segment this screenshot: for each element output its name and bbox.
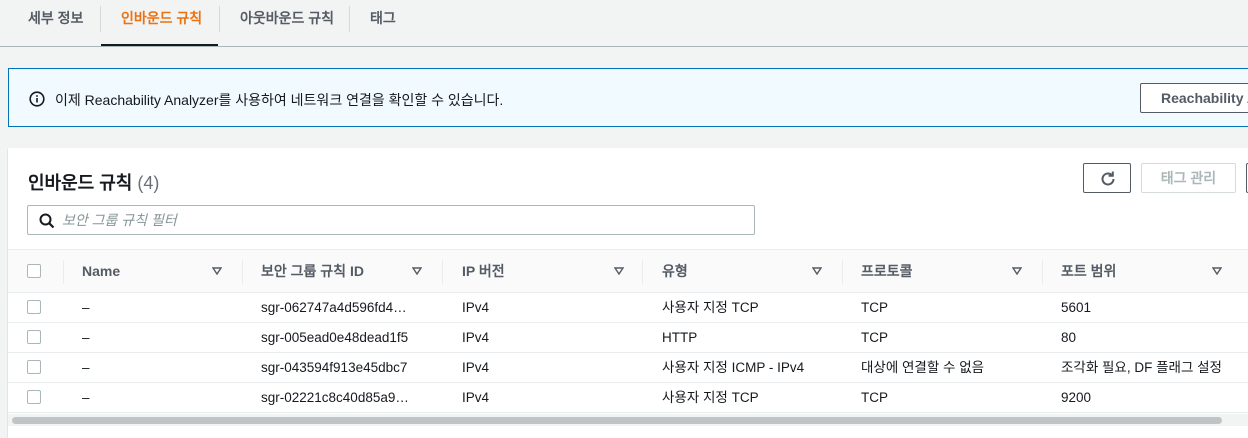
cell-name: – — [82, 360, 90, 375]
reachability-analyzer-button[interactable]: Reachability Analyzer — [1140, 83, 1248, 113]
cell-ip-version: IPv4 — [462, 330, 490, 345]
cell-protocol: TCP — [861, 330, 888, 345]
sort-caret-icon[interactable] — [212, 266, 222, 276]
tab-tags-label: 태그 — [370, 10, 396, 26]
manage-tags-button[interactable]: 태그 관리 — [1141, 163, 1236, 193]
info-icon — [29, 91, 45, 107]
cell-port-range: 80 — [1061, 330, 1077, 345]
tab-inbound-rules[interactable]: 인바운드 규칙 — [101, 0, 218, 46]
panel-title: 인바운드 규칙 (4) — [28, 169, 159, 195]
search-icon — [39, 213, 55, 229]
cell-protocol: TCP — [861, 390, 888, 405]
cell-protocol: 대상에 연결할 수 없음 — [861, 360, 985, 375]
refresh-icon — [1101, 171, 1115, 186]
cell-protocol: TCP — [861, 300, 888, 315]
row-checkbox[interactable] — [27, 300, 41, 314]
table-row[interactable]: – sgr-005ead0e48dead1f5 IPv4 HTTP TCP 80 — [8, 323, 1248, 353]
cell-ip-version: IPv4 — [462, 300, 490, 315]
column-header-name[interactable]: Name — [82, 250, 120, 293]
sort-caret-icon[interactable] — [812, 266, 822, 276]
cell-port-range: 5601 — [1061, 300, 1092, 315]
row-checkbox[interactable] — [27, 360, 41, 374]
row-checkbox[interactable] — [27, 390, 41, 404]
tab-bar: 세부 정보 인바운드 규칙 아웃바운드 규칙 태그 — [0, 0, 1248, 47]
sort-caret-icon[interactable] — [1212, 266, 1222, 276]
table-row[interactable]: – sgr-043594f913e45dbc7 IPv4 사용자 지정 ICMP… — [8, 353, 1248, 383]
cell-ip-version: IPv4 — [462, 360, 490, 375]
cell-port-range: 9200 — [1061, 390, 1092, 405]
info-banner: 이제 Reachability Analyzer를 사용하여 네트워크 연결을 … — [8, 68, 1248, 127]
horizontal-scrollbar[interactable] — [8, 414, 1248, 426]
sort-caret-icon[interactable] — [412, 266, 422, 276]
column-divider — [242, 260, 243, 284]
tab-details-label: 세부 정보 — [28, 10, 84, 26]
cell-rule-id[interactable]: sgr-005ead0e48dead1f5 — [261, 323, 431, 352]
cell-name: – — [82, 300, 90, 315]
column-header-ip-version[interactable]: IP 버전 — [462, 250, 505, 293]
cell-type: 사용자 지정 ICMP - IPv4 — [662, 360, 805, 375]
inbound-rules-panel: 인바운드 규칙 (4) 태그 관리 Name 보안 그룹 규칙 ID IP 버전… — [8, 148, 1248, 438]
tab-details[interactable]: 세부 정보 — [8, 0, 103, 46]
tab-tags[interactable]: 태그 — [350, 0, 416, 46]
filter-box — [27, 205, 755, 235]
column-divider — [63, 260, 64, 284]
rule-count: (4) — [137, 173, 160, 193]
table-row[interactable]: – sgr-062747a4d596fd4… IPv4 사용자 지정 TCP T… — [8, 293, 1248, 323]
sort-caret-icon[interactable] — [1012, 266, 1022, 276]
column-header-rule-id[interactable]: 보안 그룹 규칙 ID — [261, 250, 364, 293]
filter-input[interactable] — [62, 210, 742, 230]
cell-name: – — [82, 390, 90, 405]
cell-type: 사용자 지정 TCP — [662, 390, 759, 405]
column-divider — [842, 260, 843, 284]
table-header: Name 보안 그룹 규칙 ID IP 버전 유형 프로토콜 포트 범위 — [8, 249, 1248, 293]
table-row[interactable]: – sgr-02221c8c40d85a9… IPv4 사용자 지정 TCP T… — [8, 383, 1248, 413]
panel-title-text: 인바운드 규칙 — [28, 173, 133, 193]
cell-name: – — [82, 330, 90, 345]
tab-outbound-rules[interactable]: 아웃바운드 규칙 — [220, 0, 354, 46]
column-divider — [1042, 260, 1043, 284]
column-header-port-range[interactable]: 포트 범위 — [1061, 250, 1116, 293]
active-tab-underline — [101, 44, 218, 46]
tab-inbound-rules-label: 인바운드 규칙 — [121, 10, 203, 26]
scrollbar-thumb[interactable] — [12, 417, 1222, 424]
column-header-protocol[interactable]: 프로토콜 — [861, 250, 913, 293]
column-divider — [442, 260, 443, 284]
cell-rule-id[interactable]: sgr-043594f913e45dbc7 — [261, 353, 431, 382]
cell-type: 사용자 지정 TCP — [662, 300, 759, 315]
cell-type: HTTP — [662, 330, 698, 345]
cell-port-range: 조각화 필요, DF 플래그 설정 — [1061, 360, 1222, 375]
select-all-checkbox[interactable] — [27, 264, 41, 278]
banner-message: 이제 Reachability Analyzer를 사용하여 네트워크 연결을 … — [55, 92, 504, 108]
refresh-button[interactable] — [1083, 163, 1131, 193]
column-header-type[interactable]: 유형 — [662, 250, 688, 293]
tab-outbound-rules-label: 아웃바운드 규칙 — [240, 10, 335, 26]
cell-rule-id[interactable]: sgr-062747a4d596fd4… — [261, 293, 431, 322]
row-checkbox[interactable] — [27, 330, 41, 344]
sort-caret-icon[interactable] — [614, 266, 624, 276]
cell-ip-version: IPv4 — [462, 390, 490, 405]
cell-rule-id[interactable]: sgr-02221c8c40d85a9… — [261, 383, 431, 412]
column-divider — [642, 260, 643, 284]
